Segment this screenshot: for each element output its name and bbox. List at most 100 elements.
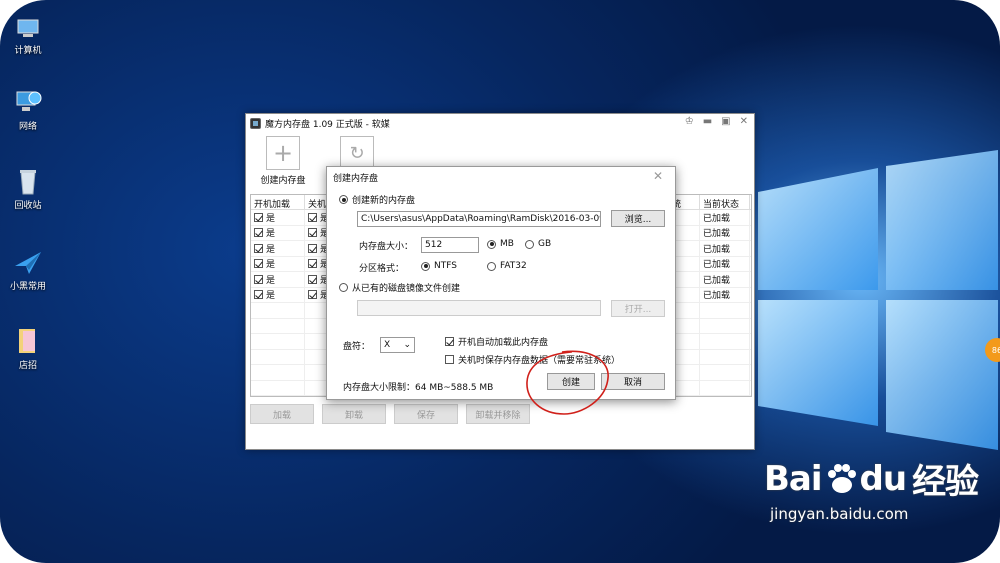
plus-icon: + bbox=[266, 136, 300, 170]
paw-icon bbox=[827, 463, 856, 493]
status-cell: 已加载 bbox=[700, 225, 750, 240]
fs-label: NTFS bbox=[434, 261, 457, 271]
radio-icon bbox=[421, 261, 430, 271]
checkbox-icon bbox=[445, 355, 454, 364]
status-cell: 已加载 bbox=[700, 241, 750, 256]
checkbox-icon bbox=[308, 243, 317, 253]
checkbox-icon bbox=[254, 290, 263, 300]
dialog-title: 创建内存盘 bbox=[333, 174, 379, 184]
boot-cell[interactable]: 是 bbox=[251, 287, 305, 302]
option-new-ramdisk[interactable]: 创建新的内存盘 bbox=[339, 193, 415, 206]
unit-mb-radio[interactable]: MB bbox=[487, 239, 514, 249]
size-label: 内存盘大小： bbox=[359, 241, 414, 252]
desktop-icon-folder[interactable]: 店招 bbox=[0, 327, 56, 371]
desktop-icon-recycle-bin[interactable]: 回收站 bbox=[0, 167, 56, 211]
browse-button[interactable]: 浏览... bbox=[611, 210, 665, 227]
shutdown-cell[interactable]: 是 bbox=[305, 210, 327, 225]
option-label: 创建新的内存盘 bbox=[352, 196, 416, 206]
unit-label: MB bbox=[500, 239, 514, 249]
create-ramdisk-tool[interactable]: + 创建内存盘 bbox=[254, 136, 312, 186]
shutdown-cell[interactable]: 是 bbox=[305, 241, 327, 256]
unload-remove-button[interactable]: 卸载并移除 bbox=[466, 404, 530, 424]
size-row: 内存盘大小： 512 bbox=[359, 237, 480, 253]
format-label: 分区格式： bbox=[359, 264, 405, 274]
unload-button[interactable]: 卸载 bbox=[322, 404, 386, 424]
window-title: 魔方内存盘 1.09 正式版 - 软媒 bbox=[265, 119, 390, 130]
app-icon bbox=[250, 117, 261, 129]
close-button[interactable]: ✕ bbox=[740, 116, 748, 127]
folder-icon bbox=[13, 327, 43, 355]
computer-icon bbox=[13, 18, 43, 40]
radio-icon bbox=[487, 239, 496, 249]
checkbox-icon bbox=[308, 212, 317, 222]
column-header[interactable]: 当前状态 bbox=[700, 195, 750, 209]
tool-label: 创建内存盘 bbox=[260, 176, 306, 186]
desktop-icon-network[interactable]: 网络 bbox=[0, 88, 56, 132]
baidu-logo: Bai du 经验 bbox=[764, 458, 979, 503]
boot-cell[interactable]: 是 bbox=[251, 210, 305, 225]
recycle-bin-icon bbox=[13, 167, 43, 195]
path-field[interactable]: C:\Users\asus\AppData\Roaming\RamDisk\20… bbox=[357, 211, 601, 227]
boot-cell[interactable]: 是 bbox=[251, 241, 305, 256]
desktop-icon-label: 回收站 bbox=[14, 201, 42, 211]
windows-logo bbox=[758, 150, 998, 450]
save-button[interactable]: 保存 bbox=[394, 404, 458, 424]
desktop-icon-label: 计算机 bbox=[14, 46, 42, 56]
desktop-icon-label: 店招 bbox=[18, 361, 37, 371]
radio-icon bbox=[525, 239, 534, 249]
checkbox-icon bbox=[254, 243, 263, 253]
checkbox-icon bbox=[254, 274, 263, 284]
chevron-down-icon: ⌄ bbox=[403, 340, 412, 350]
status-cell: 已加载 bbox=[700, 287, 750, 302]
image-path-field[interactable] bbox=[357, 300, 601, 316]
status-cell: 已加载 bbox=[700, 210, 750, 225]
status-cell: 已加载 bbox=[700, 256, 750, 271]
create-button[interactable]: 创建 bbox=[547, 373, 595, 390]
checkbox-icon bbox=[254, 228, 263, 238]
shutdown-cell[interactable]: 是 bbox=[305, 225, 327, 240]
fs-label: FAT32 bbox=[500, 261, 527, 271]
format-row: 分区格式： bbox=[359, 261, 404, 274]
unit-gb-radio[interactable]: GB bbox=[525, 239, 551, 249]
fs-ntfs-radio[interactable]: NTFS bbox=[421, 261, 457, 271]
checkbox-icon bbox=[308, 228, 317, 238]
checkbox-icon bbox=[308, 274, 317, 284]
shutdown-cell[interactable]: 是 bbox=[305, 287, 327, 302]
boot-cell[interactable]: 是 bbox=[251, 256, 305, 271]
skin-icon[interactable]: ♔ bbox=[685, 116, 694, 127]
open-button[interactable]: 打开... bbox=[611, 300, 665, 317]
autoload-checkbox[interactable]: 开机自动加载此内存盘 bbox=[445, 335, 548, 348]
create-ramdisk-dialog: 创建内存盘 ✕ 创建新的内存盘 C:\Users\asus\AppData\Ro… bbox=[326, 166, 676, 400]
load-button[interactable]: 加载 bbox=[250, 404, 314, 424]
radio-icon bbox=[339, 283, 348, 292]
checkbox-icon bbox=[308, 259, 317, 269]
desktop-icon-app[interactable]: 小黑常用 bbox=[0, 248, 56, 292]
watermark-url: jingyan.baidu.com bbox=[770, 505, 909, 523]
drive-select[interactable]: X ⌄ bbox=[380, 337, 416, 353]
shutdown-cell[interactable]: 是 bbox=[305, 272, 327, 287]
shutdown-cell[interactable]: 是 bbox=[305, 256, 327, 271]
dialog-close-icon[interactable]: ✕ bbox=[653, 169, 663, 183]
checkbox-icon bbox=[254, 212, 263, 222]
save-on-shutdown-checkbox[interactable]: 关机时保存内存盘数据（需要常驻系统） bbox=[445, 353, 620, 366]
unit-label: GB bbox=[538, 239, 552, 249]
boot-cell[interactable]: 是 bbox=[251, 272, 305, 287]
action-bar: 加载 卸载 保存 卸载并移除 bbox=[250, 404, 530, 424]
size-limit-text: 内存盘大小限制：64 MB~588.5 MB bbox=[343, 383, 494, 393]
maximize-button[interactable]: ▣ bbox=[721, 116, 730, 127]
desktop-icon-label: 小黑常用 bbox=[9, 282, 46, 292]
boot-cell[interactable]: 是 bbox=[251, 225, 305, 240]
option-from-image[interactable]: 从已有的磁盘镜像文件创建 bbox=[339, 281, 460, 294]
fs-fat32-radio[interactable]: FAT32 bbox=[487, 261, 527, 271]
cancel-button[interactable]: 取消 bbox=[601, 373, 665, 390]
column-header[interactable]: 开机加载 bbox=[251, 195, 305, 209]
minimize-button[interactable]: ▬ bbox=[703, 116, 712, 127]
title-bar: 魔方内存盘 1.09 正式版 - 软媒 bbox=[246, 114, 754, 132]
size-input[interactable]: 512 bbox=[421, 237, 480, 253]
desktop-icon-computer[interactable]: 计算机 bbox=[0, 18, 56, 56]
checkbox-icon bbox=[254, 259, 263, 269]
desktop-icon-label: 网络 bbox=[18, 122, 37, 132]
paper-plane-icon bbox=[13, 248, 43, 276]
column-header[interactable]: 关机 bbox=[305, 195, 327, 209]
baidu-watermark: Bai du 经验 jingyan.baidu.com bbox=[764, 454, 979, 524]
